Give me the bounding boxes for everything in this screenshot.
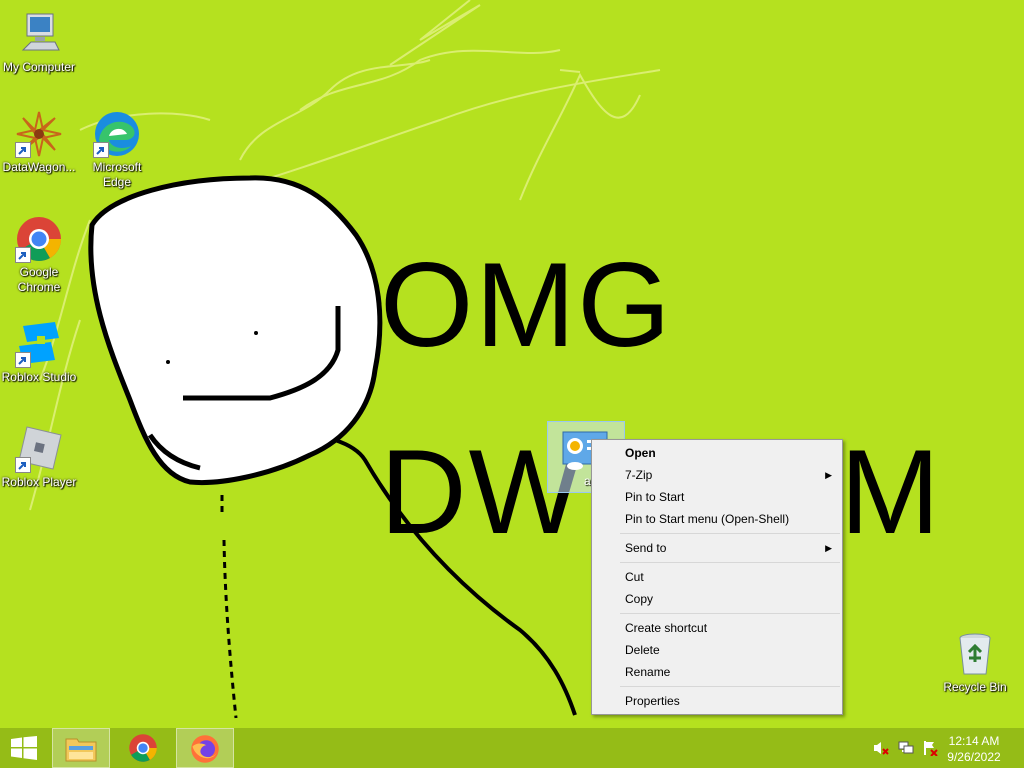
chrome-icon bbox=[129, 734, 157, 762]
action-center-flag-icon[interactable] bbox=[922, 740, 938, 757]
desktop[interactable]: OMG DW M My Computer DataWagon... Micros… bbox=[0, 0, 1024, 728]
desktop-icon-microsoft-edge[interactable]: Microsoft Edge bbox=[78, 110, 156, 190]
menu-item-copy[interactable]: Copy bbox=[592, 588, 842, 610]
submenu-arrow-icon: ▶ bbox=[825, 470, 832, 480]
menu-item-pin-to-start[interactable]: Pin to Start bbox=[592, 486, 842, 508]
menu-item-7zip[interactable]: 7-Zip ▶ bbox=[592, 464, 842, 486]
taskbar-file-explorer[interactable] bbox=[52, 728, 110, 768]
desktop-icon-google-chrome[interactable]: Google Chrome bbox=[0, 215, 78, 295]
desktop-icon-label: Recycle Bin bbox=[943, 680, 1007, 694]
roblox-player-icon bbox=[15, 425, 63, 473]
menu-item-send-to[interactable]: Send to ▶ bbox=[592, 537, 842, 559]
menu-item-label: Pin to Start menu (Open-Shell) bbox=[625, 512, 790, 526]
wallpaper-text-omg: OMG bbox=[380, 238, 673, 372]
datawagon-icon bbox=[15, 110, 63, 158]
file-explorer-icon bbox=[65, 738, 97, 762]
menu-separator bbox=[620, 613, 840, 614]
desktop-icon-datawagon[interactable]: DataWagon... bbox=[0, 110, 78, 175]
desktop-icon-label: Roblox Player bbox=[1, 475, 77, 489]
menu-separator bbox=[620, 562, 840, 563]
menu-separator bbox=[620, 686, 840, 687]
menu-item-label: Delete bbox=[625, 643, 660, 657]
taskbar-chrome[interactable] bbox=[112, 728, 174, 768]
menu-item-label: Create shortcut bbox=[625, 621, 708, 635]
desktop-icon-roblox-player[interactable]: Roblox Player bbox=[0, 425, 78, 490]
selected-icon-label: a bbox=[584, 474, 591, 488]
desktop-icon-roblox-studio[interactable]: Roblox Studio bbox=[0, 320, 78, 385]
menu-item-open[interactable]: Open bbox=[592, 442, 842, 464]
desktop-icon-label: Microsoft Edge bbox=[92, 160, 142, 189]
firefox-icon bbox=[191, 735, 219, 763]
context-menu: Open 7-Zip ▶ Pin to Start Pin to Start me… bbox=[591, 439, 843, 715]
shortcut-arrow-icon bbox=[15, 457, 31, 473]
taskbar-firefox[interactable] bbox=[176, 728, 234, 768]
menu-item-label: Properties bbox=[625, 694, 680, 708]
clock-date: 9/26/2022 bbox=[947, 750, 1001, 764]
desktop-icon-label: DataWagon... bbox=[2, 160, 76, 174]
menu-item-label: Send to bbox=[625, 541, 667, 555]
computer-icon bbox=[15, 10, 63, 58]
wallpaper-text-m: M bbox=[840, 425, 942, 559]
desktop-icon-label: My Computer bbox=[2, 60, 76, 74]
edge-icon bbox=[93, 110, 141, 158]
desktop-icon-label: Roblox Studio bbox=[1, 370, 77, 384]
desktop-icon-recycle-bin[interactable]: Recycle Bin bbox=[936, 630, 1014, 695]
menu-item-rename[interactable]: Rename bbox=[592, 661, 842, 683]
menu-item-label: Copy bbox=[625, 592, 654, 606]
taskbar: 12:14 AM 9/26/2022 bbox=[0, 728, 1024, 768]
menu-item-label: Cut bbox=[625, 570, 644, 584]
menu-item-label: Open bbox=[625, 446, 656, 460]
menu-item-pin-to-start-menu-open-shell[interactable]: Pin to Start menu (Open-Shell) bbox=[592, 508, 842, 530]
menu-item-cut[interactable]: Cut bbox=[592, 566, 842, 588]
shortcut-arrow-icon bbox=[15, 352, 31, 368]
start-button[interactable] bbox=[0, 728, 48, 768]
volume-muted-icon[interactable] bbox=[873, 740, 889, 756]
menu-item-properties[interactable]: Properties bbox=[592, 690, 842, 712]
shortcut-arrow-icon bbox=[93, 142, 109, 158]
desktop-icon-label: Google Chrome bbox=[17, 265, 61, 294]
menu-item-label: Rename bbox=[625, 665, 671, 679]
roblox-studio-icon bbox=[15, 320, 63, 368]
clock-time: 12:14 AM bbox=[948, 734, 1000, 748]
taskbar-clock[interactable]: 12:14 AM 9/26/2022 bbox=[939, 733, 1009, 765]
shortcut-arrow-icon bbox=[15, 247, 31, 263]
recycle-bin-icon bbox=[951, 630, 999, 678]
menu-item-label: Pin to Start bbox=[625, 490, 685, 504]
menu-item-label: 7-Zip bbox=[625, 468, 653, 482]
network-icon[interactable] bbox=[898, 740, 914, 756]
desktop-icon-my-computer[interactable]: My Computer bbox=[0, 10, 78, 75]
submenu-arrow-icon: ▶ bbox=[825, 543, 832, 553]
windows-logo-icon bbox=[11, 736, 37, 760]
shortcut-arrow-icon bbox=[15, 142, 31, 158]
menu-item-delete[interactable]: Delete bbox=[592, 639, 842, 661]
chrome-icon bbox=[15, 215, 63, 263]
menu-separator bbox=[620, 533, 840, 534]
menu-item-create-shortcut[interactable]: Create shortcut bbox=[592, 617, 842, 639]
